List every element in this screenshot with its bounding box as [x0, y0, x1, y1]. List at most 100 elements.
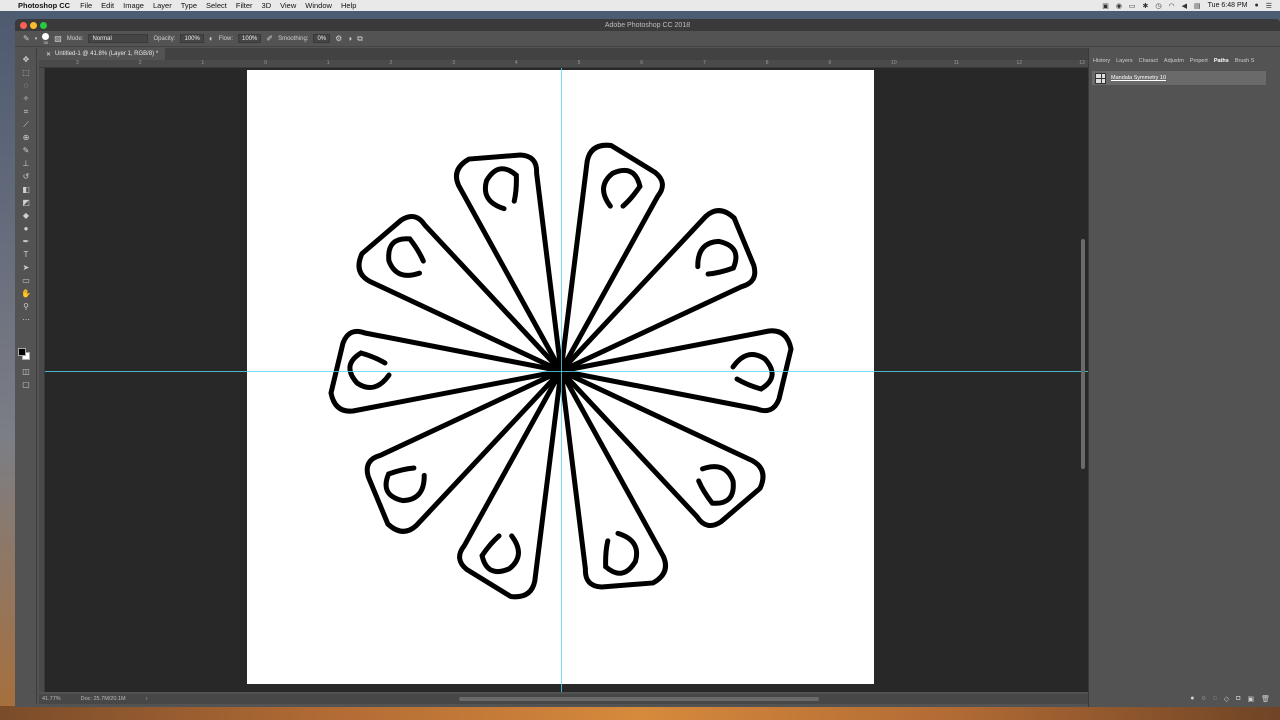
horizontal-guide[interactable] [45, 371, 1088, 372]
path-select-icon[interactable]: ➤ [20, 262, 32, 273]
window-titlebar[interactable]: Adobe Photoshop CC 2018 [15, 19, 1280, 31]
flow-field[interactable]: 100% [238, 34, 262, 43]
blur-icon[interactable]: ◆ [20, 210, 32, 221]
symmetry-icon[interactable]: ⧉ [357, 34, 363, 44]
vertical-guide[interactable] [561, 68, 562, 692]
photoshop-window: Adobe Photoshop CC 2018 ✎ ▾ 30 ▨ Mode: N… [15, 19, 1280, 707]
input-source-icon[interactable]: ▤ [1194, 2, 1201, 10]
horizontal-ruler[interactable]: 3 2 1 0 1 2 3 4 5 6 7 8 9 10 11 12 13 [39, 60, 1088, 68]
opacity-field[interactable]: 100% [180, 34, 204, 43]
healing-icon[interactable]: ⊕ [20, 132, 32, 143]
siri-icon[interactable]: ● [1254, 2, 1258, 9]
history-brush-icon[interactable]: ↺ [20, 171, 32, 182]
pressure-opacity-icon[interactable]: ◐ [209, 34, 214, 43]
menu-layer[interactable]: Layer [153, 1, 172, 10]
fill-path-icon[interactable]: ● [1190, 695, 1194, 703]
menu-app-name[interactable]: Photoshop CC [18, 1, 70, 10]
path-list-item[interactable]: Mandala Symmetry 10 [1092, 71, 1266, 85]
ruler-tick-label: 8 [765, 60, 769, 66]
shape-icon[interactable]: ▭ [20, 275, 32, 286]
horizontal-scrollbar[interactable] [459, 697, 819, 701]
panels-dock: History Layers Charact Adjustm Propert P… [1088, 48, 1280, 707]
canvas-area[interactable] [45, 68, 1088, 692]
mode-label: Mode: [66, 35, 84, 42]
marquee-icon[interactable]: ⬚ [20, 67, 32, 78]
tab-history[interactable]: History [1093, 58, 1110, 64]
close-window-button[interactable] [20, 22, 27, 29]
smoothing-field[interactable]: 0% [313, 34, 331, 43]
crop-icon[interactable]: ⌗ [20, 106, 32, 117]
document-tab[interactable]: ✕ Untitled-1 @ 41.8% (Layer 1, RGB/8) * [39, 48, 166, 60]
stamp-icon[interactable]: ⊥ [20, 158, 32, 169]
brush-panel-icon[interactable]: ▨ [54, 34, 62, 43]
volume-icon[interactable]: ◀ [1182, 2, 1187, 10]
notification-center-icon[interactable]: ☰ [1266, 2, 1272, 10]
menu-image[interactable]: Image [123, 1, 144, 10]
type-icon[interactable]: T [20, 249, 32, 260]
airbrush-icon[interactable]: ✐ [266, 34, 273, 43]
tab-layers[interactable]: Layers [1116, 58, 1133, 64]
menu-file[interactable]: File [80, 1, 92, 10]
tab-character[interactable]: Charact [1139, 58, 1158, 64]
smoothing-settings-icon[interactable]: ⚙ [335, 34, 342, 43]
tab-properties[interactable]: Propert [1190, 58, 1208, 64]
path-name[interactable]: Mandala Symmetry 10 [1111, 75, 1166, 81]
menu-select[interactable]: Select [206, 1, 227, 10]
quick-mask-icon[interactable]: ◫ [20, 366, 32, 377]
clock[interactable]: Tue 6:48 PM [1208, 2, 1248, 9]
gradient-icon[interactable]: ◩ [20, 197, 32, 208]
vertical-scrollbar[interactable] [1081, 239, 1085, 469]
make-work-path-icon[interactable]: ◇ [1224, 695, 1229, 703]
pressure-size-icon[interactable]: ◑ [347, 34, 352, 43]
foreground-color-swatch[interactable] [18, 348, 26, 356]
tab-paths[interactable]: Paths [1214, 58, 1229, 64]
tab-brush-settings[interactable]: Brush S [1235, 58, 1255, 64]
more-tools-icon[interactable]: ⋯ [20, 314, 32, 325]
zoom-icon[interactable]: ⚲ [20, 301, 32, 312]
load-selection-icon[interactable]: ◌ [1213, 695, 1217, 703]
stroke-path-icon[interactable]: ○ [1201, 695, 1205, 703]
pen-icon[interactable]: ✒ [20, 236, 32, 247]
menu-window[interactable]: Window [305, 1, 332, 10]
options-bar: ✎ ▾ 30 ▨ Mode: Normal Opacity: 100% ◐ Fl… [15, 31, 1280, 47]
minimize-window-button[interactable] [30, 22, 37, 29]
menu-edit[interactable]: Edit [101, 1, 114, 10]
lasso-icon[interactable]: ◌ [20, 80, 32, 91]
wifi-icon[interactable]: ◠ [1169, 2, 1175, 10]
brush-preset-picker[interactable]: 30 [42, 32, 50, 45]
new-path-icon[interactable]: ▣ [1247, 695, 1254, 703]
eraser-icon[interactable]: ◧ [20, 184, 32, 195]
tools-panel: ✥ ⬚ ◌ ✧ ⌗ ⟋ ⊕ ✎ ⊥ ↺ ◧ ◩ ◆ ● ✒ T ➤ ▭ ✋ ⚲ … [15, 48, 37, 704]
status-menu-arrow[interactable]: › [146, 696, 148, 702]
move-icon[interactable]: ✥ [20, 54, 32, 65]
record-icon[interactable]: ◉ [1116, 2, 1122, 10]
menu-filter[interactable]: Filter [236, 1, 253, 10]
dodge-icon[interactable]: ● [20, 223, 32, 234]
menu-type[interactable]: Type [181, 1, 197, 10]
time-machine-icon[interactable]: ◷ [1155, 2, 1161, 10]
delete-path-icon[interactable]: 🗑 [1261, 695, 1270, 703]
add-mask-icon[interactable]: ◘ [1236, 695, 1240, 703]
chevron-down-icon[interactable]: ▾ [35, 36, 38, 42]
menu-view[interactable]: View [280, 1, 296, 10]
screen-mode-icon[interactable]: ▢ [20, 379, 32, 390]
zoom-level[interactable]: 41.77% [42, 696, 61, 702]
menu-3d[interactable]: 3D [262, 1, 272, 10]
maximize-window-button[interactable] [40, 22, 47, 29]
ruler-tick-label: 1 [201, 60, 205, 66]
eyedropper-icon[interactable]: ⟋ [20, 119, 32, 130]
brush-tool-icon[interactable]: ✎ [23, 34, 30, 43]
hand-icon[interactable]: ✋ [20, 288, 32, 299]
mode-select[interactable]: Normal [88, 34, 149, 43]
bluetooth-icon[interactable]: ✱ [1143, 2, 1149, 10]
menu-help[interactable]: Help [341, 1, 356, 10]
screen-icon[interactable]: ▣ [1102, 2, 1109, 10]
airplay-icon[interactable]: ▭ [1129, 2, 1136, 10]
close-tab-icon[interactable]: ✕ [46, 51, 51, 58]
mandala-drawing [328, 142, 794, 600]
quick-select-icon[interactable]: ✧ [20, 93, 32, 104]
ruler-tick-label: 7 [703, 60, 706, 66]
tab-adjustments[interactable]: Adjustm [1164, 58, 1184, 64]
ruler-tick-label: 5 [577, 60, 581, 66]
brush-icon[interactable]: ✎ [20, 145, 32, 156]
